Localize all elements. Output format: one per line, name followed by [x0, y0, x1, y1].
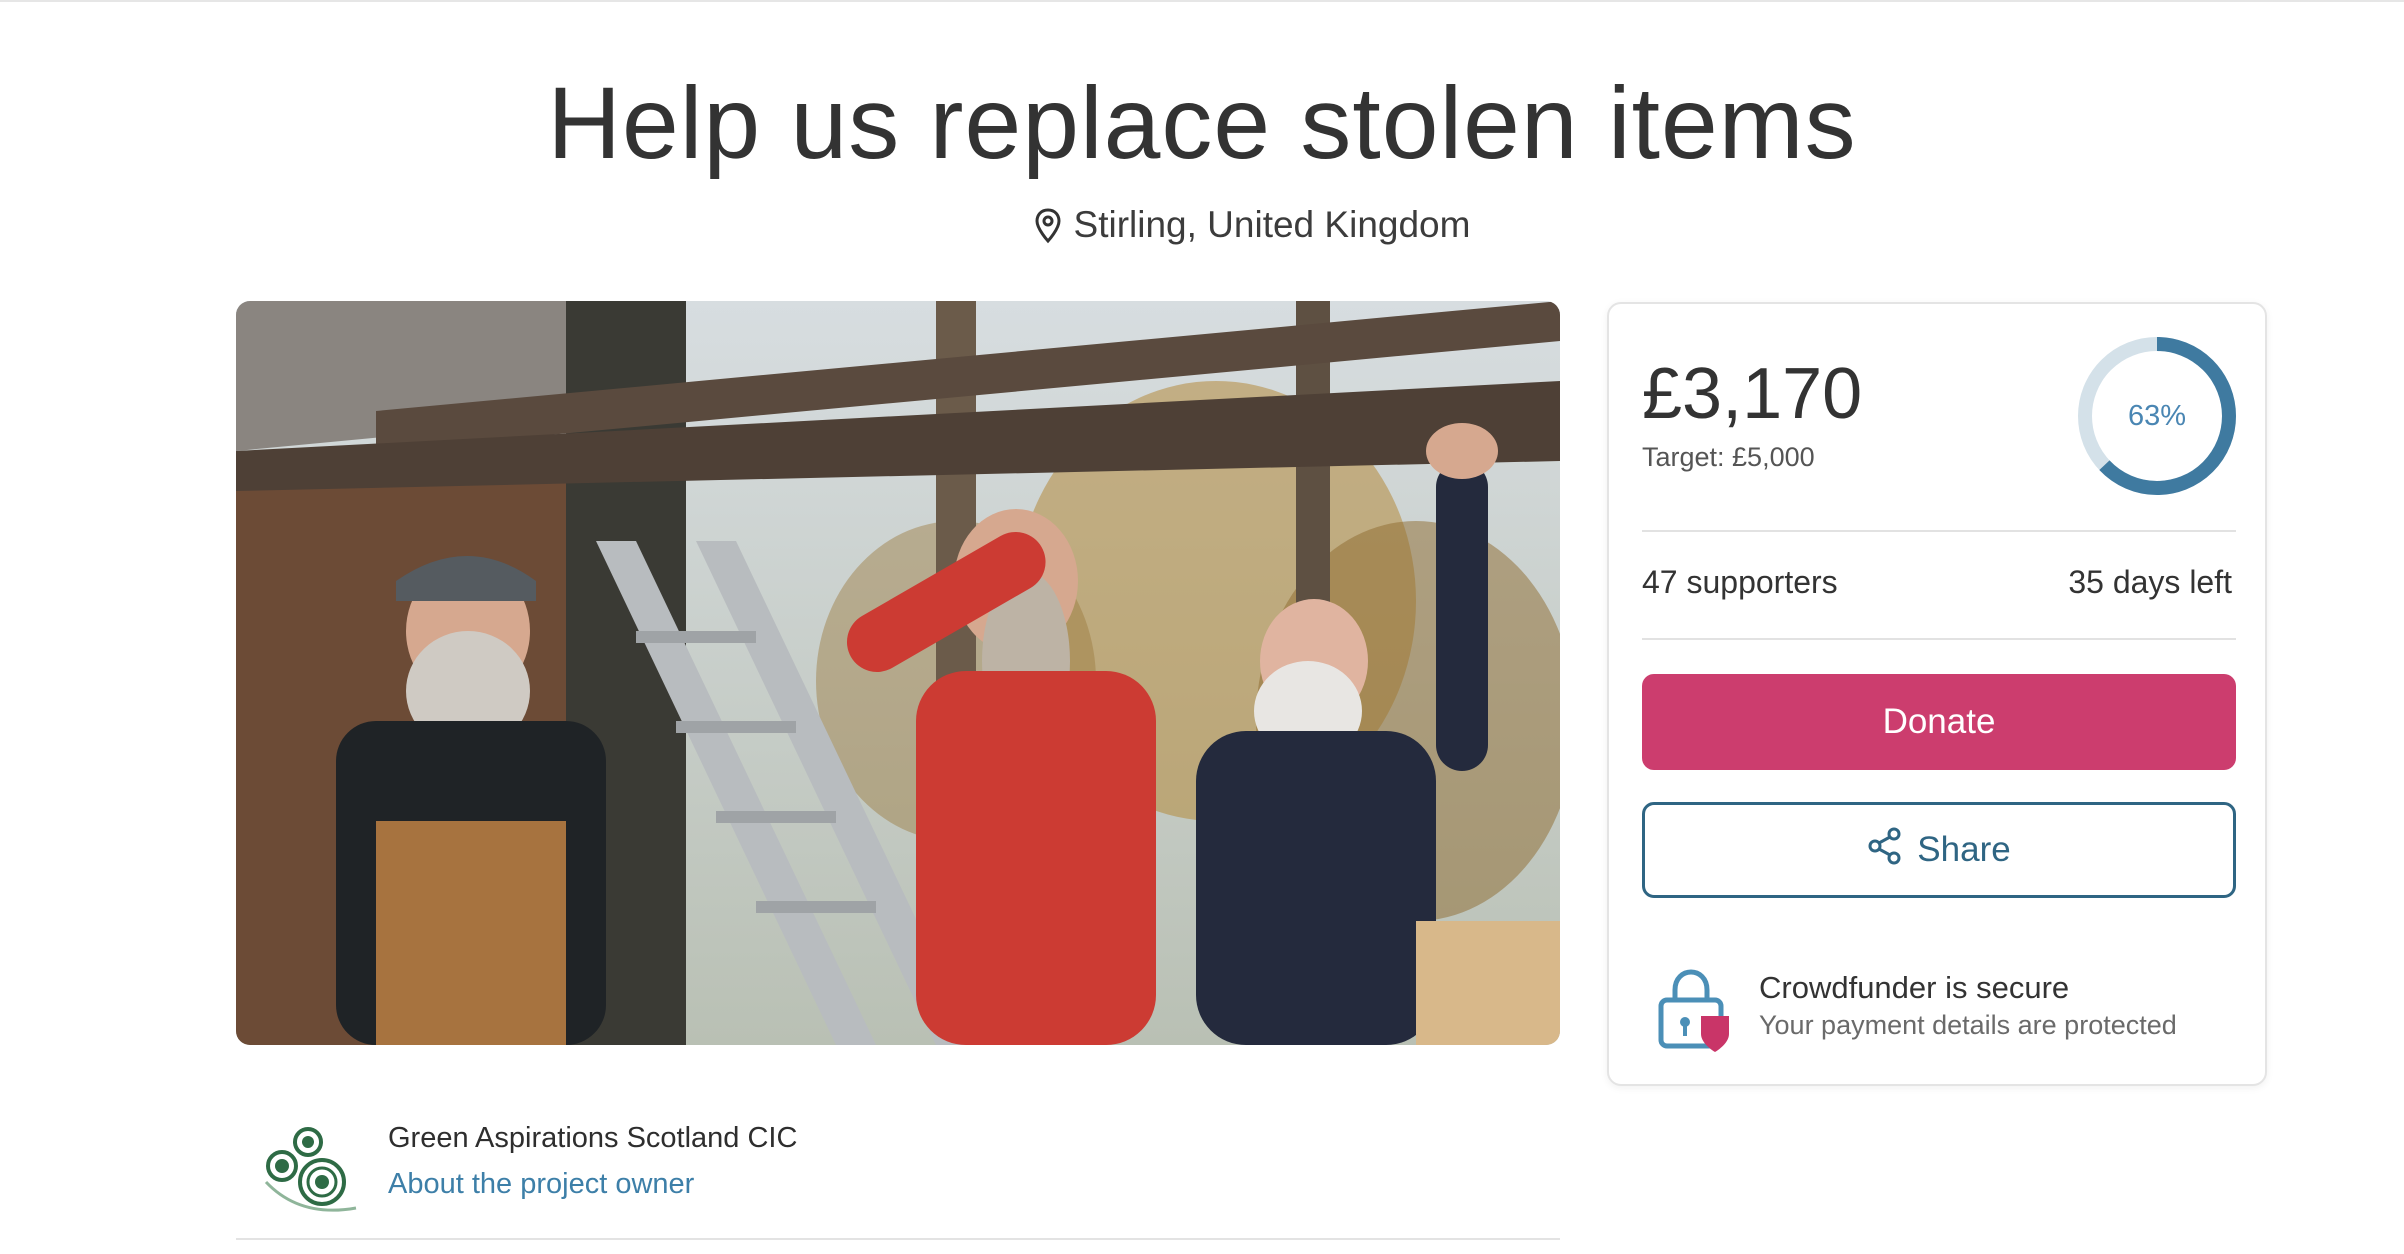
- progress-percent: 63%: [2127, 399, 2187, 432]
- owner-logo-icon: [260, 1122, 364, 1222]
- funding-card: £3,170 Target: £5,000 63% 47 supporters …: [1607, 302, 2267, 1086]
- amount-raised: £3,170: [1642, 354, 1863, 434]
- divider: [1642, 638, 2236, 640]
- donate-button[interactable]: Donate: [1642, 674, 2236, 770]
- share-label: Share: [1917, 830, 2011, 869]
- supporters-count: 47 supporters: [1642, 564, 1838, 600]
- page-title: Help us replace stolen items: [547, 66, 1857, 180]
- padlock-shield-icon: [1657, 968, 1733, 1054]
- location-pin-icon: [1034, 207, 1062, 244]
- donate-label: Donate: [1882, 702, 1996, 741]
- owner-name: Green Aspirations Scotland CIC: [388, 1122, 798, 1154]
- funding-target: Target: £5,000: [1642, 442, 1815, 472]
- divider: [1642, 530, 2236, 532]
- share-button[interactable]: Share: [1642, 802, 2236, 898]
- top-border: [0, 0, 2404, 2]
- campaign-photo: [236, 301, 1560, 1045]
- share-icon: [1867, 827, 1903, 874]
- location: Stirling, United Kingdom: [0, 200, 2404, 250]
- secure-title: Crowdfunder is secure: [1759, 970, 2070, 1005]
- location-text: Stirling, United Kingdom: [1073, 204, 1471, 245]
- project-owner: Green Aspirations Scotland CIC About the…: [236, 1112, 1560, 1240]
- days-left: 35 days left: [2068, 564, 2232, 600]
- about-owner-link[interactable]: About the project owner: [388, 1168, 694, 1201]
- secure-subtitle: Your payment details are protected: [1759, 1010, 2177, 1040]
